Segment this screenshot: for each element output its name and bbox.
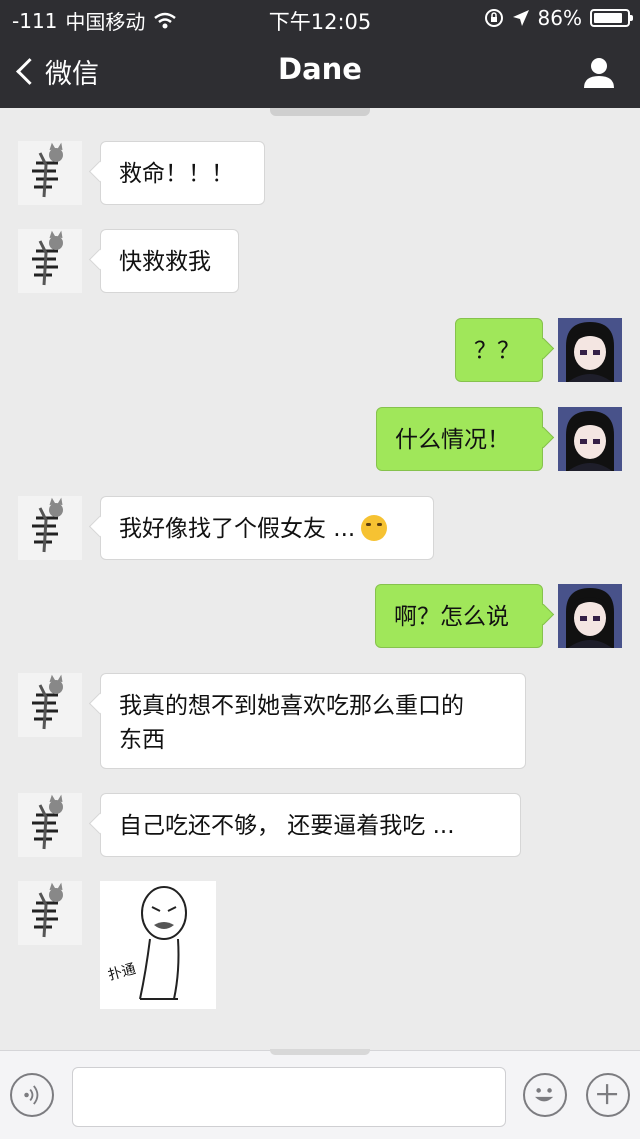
- message-text: 快救救我: [119, 249, 211, 275]
- battery-icon: [590, 9, 633, 27]
- contact-avatar[interactable]: [18, 229, 82, 293]
- message-bubble[interactable]: ？？: [455, 318, 543, 382]
- chat-area[interactable]: 救命！！！ 快救救我 ？？ 什么情况！ 我好像找了个假女友 ... 啊？怎么说 …: [0, 108, 640, 1050]
- contact-avatar[interactable]: [18, 881, 82, 945]
- message-bubble[interactable]: 啊？怎么说: [375, 584, 543, 648]
- message-bubble[interactable]: 我真的想不到她喜欢吃那么重口的 东西: [100, 673, 526, 769]
- user-avatar[interactable]: [558, 584, 622, 648]
- top-bar: -111 中国移动 下午12:05 86% 微信 Dane: [0, 0, 640, 108]
- person-icon[interactable]: [582, 56, 616, 90]
- message-bubble[interactable]: 快救救我: [100, 229, 239, 293]
- contact-avatar[interactable]: [18, 496, 82, 560]
- battery-percent: 86%: [537, 6, 582, 30]
- user-avatar[interactable]: [558, 318, 622, 382]
- message-text: 东西: [119, 727, 165, 753]
- message-text: 我好像找了个假女友 ...: [119, 516, 356, 542]
- rotation-lock-icon: [484, 9, 503, 27]
- pull-tab: [270, 1049, 370, 1055]
- message-text: 我真的想不到她喜欢吃那么重口的: [119, 693, 464, 719]
- message-bubble[interactable]: 救命！！！: [100, 141, 265, 205]
- contact-avatar[interactable]: [18, 673, 82, 737]
- message-text: 自己吃还不够， 还要逼着我吃 ...: [119, 813, 455, 839]
- crying-kneeling-sticker[interactable]: 扑通: [100, 881, 216, 1009]
- laughing-crying-emoji-icon: [361, 515, 388, 541]
- nav-bar: 微信 Dane: [0, 36, 640, 108]
- message-input[interactable]: [72, 1067, 506, 1127]
- user-avatar[interactable]: [558, 407, 622, 471]
- emoji-face-icon[interactable]: [523, 1073, 567, 1117]
- message-bubble[interactable]: 我好像找了个假女友 ...: [100, 496, 434, 560]
- battery-level: [594, 13, 622, 23]
- plus-icon[interactable]: [586, 1073, 630, 1117]
- message-text: ？？: [474, 338, 520, 364]
- location-arrow-icon: [512, 10, 529, 26]
- message-text: 救命！！！: [119, 161, 234, 187]
- contact-avatar[interactable]: [18, 793, 82, 857]
- status-bar: -111 中国移动 下午12:05 86%: [0, 0, 640, 36]
- message-bubble[interactable]: 自己吃还不够， 还要逼着我吃 ...: [100, 793, 521, 857]
- contact-avatar[interactable]: [18, 141, 82, 205]
- input-bar: [0, 1049, 640, 1139]
- chat-title: Dane: [278, 52, 362, 86]
- voice-icon[interactable]: [10, 1073, 54, 1117]
- message-bubble[interactable]: 什么情况！: [376, 407, 543, 471]
- message-text: 什么情况！: [395, 427, 510, 453]
- message-text: 啊？怎么说: [394, 604, 509, 630]
